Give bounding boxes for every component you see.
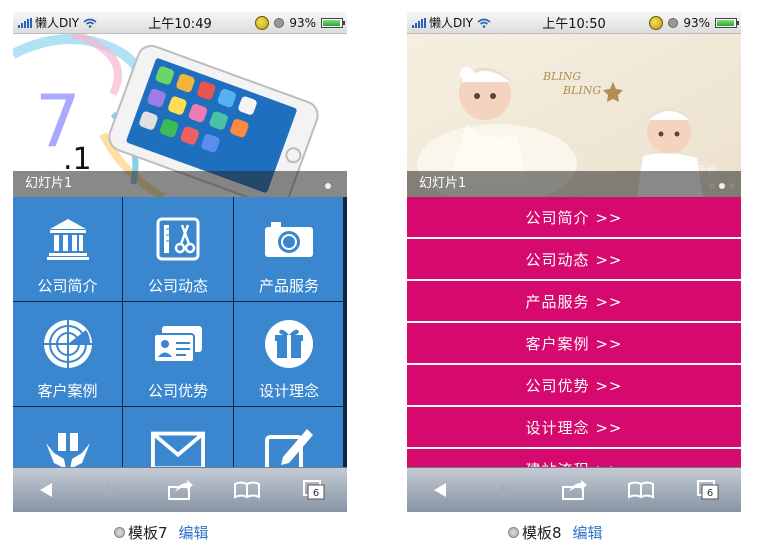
edit-link[interactable]: 编辑 — [179, 522, 209, 543]
battery-icon — [321, 17, 345, 28]
rotation-lock-icon — [668, 17, 679, 28]
signal-icon — [18, 17, 32, 28]
forward-button[interactable] — [474, 468, 541, 513]
forward-arrow-icon — [107, 483, 120, 497]
grid-item-label: 公司动态 — [147, 277, 208, 295]
grid-item-cases[interactable]: 客户案例 — [13, 302, 122, 406]
battery-percent: 93% — [683, 15, 710, 30]
svg-text:6: 6 — [312, 488, 318, 499]
phone-preview-template-7: 懒人DIY 上午10:49 93% 7 .1 幻灯片1 公司简介 公司动态 产品… — [13, 12, 347, 512]
grid-item-company-news[interactable]: 公司动态 — [123, 197, 233, 301]
browser-toolbar: 6 — [407, 467, 741, 512]
grid-item-advantages[interactable]: 公司优势 — [123, 302, 233, 406]
share-button[interactable] — [541, 468, 608, 513]
back-button[interactable] — [407, 468, 474, 513]
template-name: 模板8 — [522, 524, 562, 542]
slider-dots[interactable] — [709, 183, 735, 189]
pencil-note-icon — [262, 423, 316, 467]
image-slider[interactable]: 7 .1 幻灯片1 — [13, 34, 347, 197]
list-item-products[interactable]: 产品服务 >> — [407, 281, 741, 321]
tabs-icon: 6 — [696, 480, 719, 500]
list-item-process[interactable]: 建站流程 >> — [407, 449, 741, 467]
grid-item-design[interactable]: 设计理念 — [234, 302, 343, 406]
sync-icon — [255, 15, 270, 30]
book-icon — [627, 481, 654, 499]
wifi-icon — [477, 18, 491, 28]
template-radio[interactable] — [114, 527, 125, 538]
gift-icon — [262, 318, 316, 370]
list-item-company-news[interactable]: 公司动态 >> — [407, 239, 741, 279]
slide-caption: 幻灯片1 — [407, 171, 741, 197]
back-arrow-icon — [40, 483, 53, 497]
grid-item-7[interactable] — [13, 407, 122, 467]
scissors-doc-icon — [151, 213, 205, 265]
grid-item-label: 公司简介 — [37, 277, 98, 295]
carrier-label: 懒人DIY — [35, 16, 80, 30]
share-button[interactable] — [147, 468, 214, 513]
id-card-icon — [151, 318, 205, 370]
edit-link[interactable]: 编辑 — [573, 522, 603, 543]
template-radio[interactable] — [508, 527, 519, 538]
mail-icon — [151, 423, 205, 467]
list-item-design[interactable]: 设计理念 >> — [407, 407, 741, 447]
template-name: 模板7 — [128, 524, 168, 542]
book-icon — [233, 481, 260, 499]
wifi-icon — [83, 18, 97, 28]
list-item-cases[interactable]: 客户案例 >> — [407, 323, 741, 363]
slider-dot[interactable] — [335, 183, 341, 189]
slider-dot-active[interactable] — [719, 183, 725, 189]
grid-item-8[interactable] — [123, 407, 233, 467]
back-button[interactable] — [13, 468, 80, 513]
slider-dot[interactable] — [729, 183, 735, 189]
browser-toolbar: 6 — [13, 467, 347, 512]
phone-preview-template-8: 懒人DIY 上午10:50 93% BLING BLING 幻灯片1 公司简介 … — [407, 12, 741, 512]
svg-text:BLING: BLING — [562, 84, 601, 97]
bookmarks-button[interactable] — [213, 468, 280, 513]
rotation-lock-icon — [274, 17, 285, 28]
grid-item-products[interactable]: 产品服务 — [234, 197, 343, 301]
grid-item-label: 公司优势 — [147, 382, 208, 400]
status-bar: 懒人DIY 上午10:50 93% — [407, 12, 741, 34]
list-item-company-intro[interactable]: 公司简介 >> — [407, 197, 741, 237]
grid-item-label: 产品服务 — [258, 277, 319, 295]
tabs-icon: 6 — [302, 480, 325, 500]
nav-grid: 公司简介 公司动态 产品服务 客户案例 公司优势 设计理念 — [13, 197, 347, 467]
slider-dot-active[interactable] — [325, 183, 331, 189]
bank-icon — [41, 213, 95, 265]
grid-item-company-intro[interactable]: 公司简介 — [13, 197, 122, 301]
hands-gift-icon — [41, 423, 95, 467]
bookmarks-button[interactable] — [607, 468, 674, 513]
svg-text:6: 6 — [706, 488, 712, 499]
grid-item-label: 客户案例 — [37, 382, 98, 400]
forward-arrow-icon — [501, 483, 514, 497]
share-icon — [167, 480, 193, 500]
slider-dot[interactable] — [315, 183, 321, 189]
template-caption-7: 模板7 编辑 — [114, 522, 209, 543]
image-slider[interactable]: BLING BLING 拉手网 幻灯片1 — [407, 34, 741, 197]
grid-item-label: 设计理念 — [258, 382, 319, 400]
battery-percent: 93% — [289, 15, 316, 30]
svg-text:BLING: BLING — [542, 70, 581, 83]
camera-icon — [262, 213, 316, 265]
nav-list: 公司简介 >> 公司动态 >> 产品服务 >> 客户案例 >> 公司优势 >> … — [407, 197, 741, 467]
slider-dots[interactable] — [315, 183, 341, 189]
status-bar: 懒人DIY 上午10:49 93% — [13, 12, 347, 34]
tabs-button[interactable]: 6 — [280, 468, 347, 513]
list-item-advantages[interactable]: 公司优势 >> — [407, 365, 741, 405]
tabs-button[interactable]: 6 — [674, 468, 741, 513]
carrier-label: 懒人DIY — [429, 16, 474, 30]
sync-icon — [649, 15, 664, 30]
signal-icon — [412, 17, 426, 28]
grid-item-9[interactable] — [234, 407, 343, 467]
slide-caption: 幻灯片1 — [13, 171, 347, 197]
battery-icon — [715, 17, 739, 28]
radar-icon — [41, 318, 95, 370]
slider-dot[interactable] — [709, 183, 715, 189]
share-icon — [561, 480, 587, 500]
template-caption-8: 模板8 编辑 — [508, 522, 603, 543]
forward-button[interactable] — [80, 468, 147, 513]
back-arrow-icon — [434, 483, 447, 497]
